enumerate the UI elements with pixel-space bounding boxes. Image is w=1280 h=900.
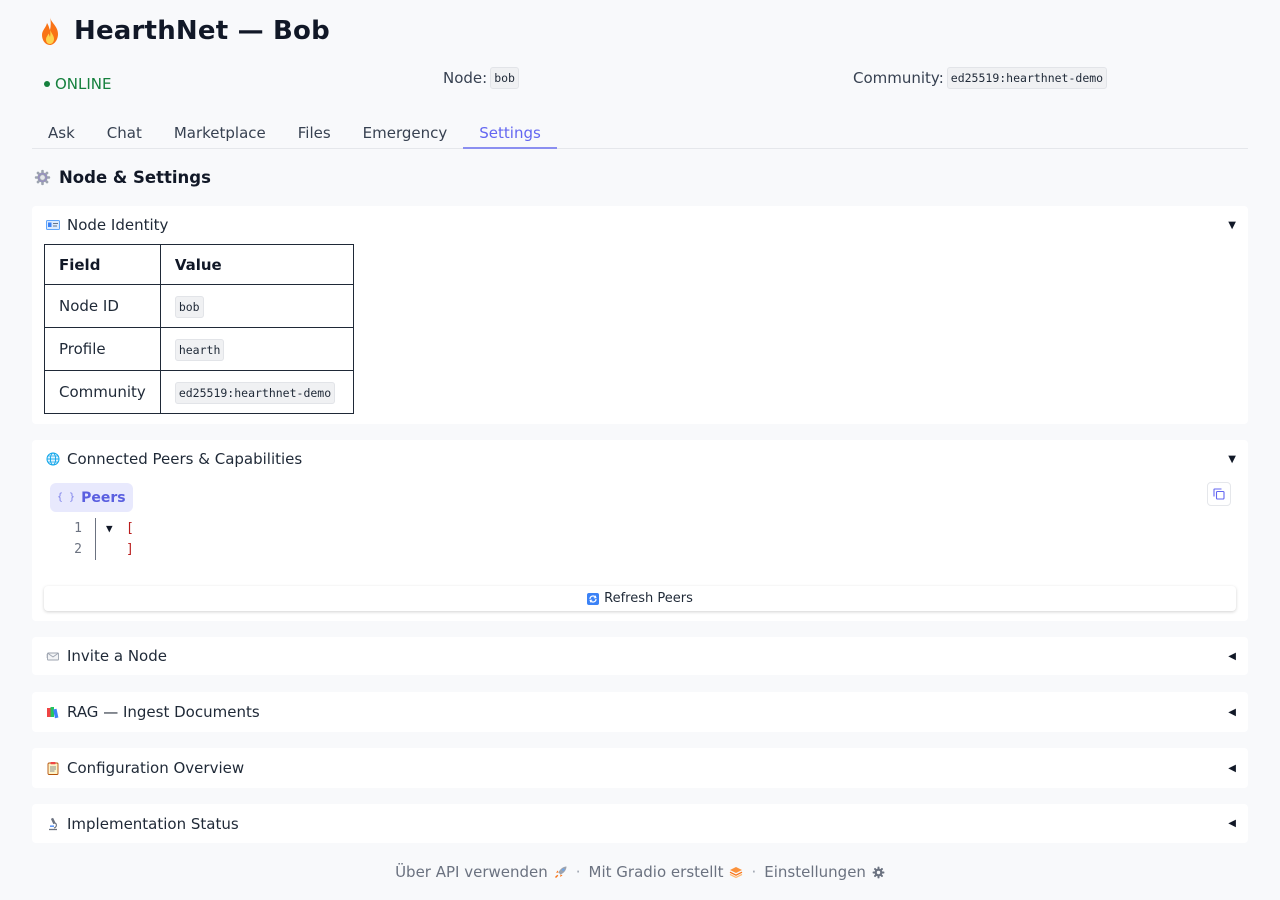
gear-icon <box>872 866 885 878</box>
books-icon <box>47 707 59 719</box>
refresh-icon <box>587 592 600 605</box>
peers-title: Connected Peers & Capabilities <box>67 450 303 468</box>
api-link[interactable]: Über API verwenden <box>395 863 568 881</box>
footer-separator: · <box>751 863 757 881</box>
json-braces-icon: { } <box>57 492 76 503</box>
api-link-label: Über API verwenden <box>395 863 548 881</box>
globe-icon <box>46 452 60 466</box>
row-value: bob <box>174 296 204 318</box>
invite-node-accordion[interactable]: Invite a Node ◀ <box>32 637 1248 675</box>
json-bracket: [ <box>126 521 134 536</box>
table-row: Profile hearth <box>44 327 354 371</box>
status-text: ONLINE <box>55 75 112 93</box>
tab-bar: Ask Chat Marketplace Files Emergency Set… <box>32 116 1248 149</box>
row-value-cell: bob <box>159 284 354 328</box>
chevron-down-icon[interactable]: ▼ <box>1228 220 1236 231</box>
table-header-row: Field Value <box>44 244 354 285</box>
gradio-logo-icon <box>730 867 743 879</box>
table-row: Node ID bob <box>44 284 354 328</box>
node-label: Node: <box>443 69 488 87</box>
status-badge: ONLINE <box>44 75 112 93</box>
implementation-status-accordion[interactable]: Implementation Status ◀ <box>32 804 1248 843</box>
config-overview-accordion[interactable]: Configuration Overview ◀ <box>32 748 1248 788</box>
row-value: ed25519:hearthnet-demo <box>174 382 336 404</box>
peers-json-label: { } Peers <box>50 483 133 512</box>
node-info: Node: bob <box>443 67 519 89</box>
id-card-icon <box>46 220 60 230</box>
chevron-left-icon[interactable]: ◀ <box>1228 651 1236 662</box>
row-field: Profile <box>44 327 161 371</box>
flame-icon <box>42 17 58 45</box>
community-label: Community: <box>853 69 944 87</box>
status-dot <box>44 81 50 87</box>
implementation-status-title: Implementation Status <box>67 814 239 833</box>
footer: Über API verwenden · Mit Gradio erstellt… <box>0 863 1280 881</box>
community-value: ed25519:hearthnet-demo <box>946 67 1108 89</box>
clipboard-icon <box>47 762 59 775</box>
node-identity-accordion: Node Identity ▼ Field Value Node ID bob … <box>32 206 1248 424</box>
row-value-cell: hearth <box>159 327 354 371</box>
gear-icon <box>34 169 51 186</box>
line-number: 1 <box>74 521 82 536</box>
settings-link[interactable]: Einstellungen <box>764 863 885 881</box>
section-title: Node & Settings <box>59 168 211 187</box>
row-field: Community <box>44 370 161 414</box>
tab-settings[interactable]: Settings <box>463 116 557 149</box>
row-value-cell: ed25519:hearthnet-demo <box>159 370 354 414</box>
config-overview-header[interactable]: Configuration Overview ◀ <box>32 748 1248 788</box>
gradio-link-label: Mit Gradio erstellt <box>588 863 724 881</box>
gutter-divider <box>95 539 96 560</box>
node-identity-title: Node Identity <box>67 216 169 234</box>
page-title: HearthNet — Bob <box>74 16 330 46</box>
rag-header[interactable]: RAG — Ingest Documents ◀ <box>32 692 1248 732</box>
invite-node-header[interactable]: Invite a Node ◀ <box>32 637 1248 675</box>
json-line: 2 ] <box>72 539 134 560</box>
chevron-down-icon[interactable]: ▼ <box>1228 454 1236 465</box>
tab-ask[interactable]: Ask <box>32 116 91 149</box>
app-header: HearthNet — Bob <box>38 16 330 46</box>
config-overview-title: Configuration Overview <box>67 759 245 777</box>
chevron-left-icon[interactable]: ◀ <box>1228 763 1236 774</box>
json-line: 1 ▼ [ <box>72 518 134 539</box>
refresh-peers-label: Refresh Peers <box>604 591 693 606</box>
microscope-icon <box>49 817 57 830</box>
peers-accordion: Connected Peers & Capabilities ▼ { } Pee… <box>32 440 1248 621</box>
invite-node-title: Invite a Node <box>67 647 167 665</box>
tab-files[interactable]: Files <box>282 116 347 149</box>
peers-header[interactable]: Connected Peers & Capabilities ▼ <box>32 440 1248 478</box>
tab-marketplace[interactable]: Marketplace <box>158 116 282 149</box>
row-field: Node ID <box>44 284 161 328</box>
row-value: hearth <box>174 339 225 361</box>
peers-label-text: Peers <box>81 489 126 506</box>
tab-chat[interactable]: Chat <box>91 116 158 149</box>
line-number: 2 <box>74 542 82 557</box>
collapse-toggle-icon[interactable]: ▼ <box>106 522 126 535</box>
rag-accordion[interactable]: RAG — Ingest Documents ◀ <box>32 692 1248 732</box>
table-row: Community ed25519:hearthnet-demo <box>44 370 354 414</box>
copy-button[interactable] <box>1207 482 1231 506</box>
implementation-status-header[interactable]: Implementation Status ◀ <box>32 804 1248 843</box>
settings-link-label: Einstellungen <box>764 863 866 881</box>
json-viewer: 1 ▼ [ 2 ] <box>72 518 134 560</box>
node-value: bob <box>490 67 519 89</box>
gradio-link[interactable]: Mit Gradio erstellt <box>589 863 744 881</box>
section-heading: Node & Settings <box>34 168 211 187</box>
rag-title: RAG — Ingest Documents <box>67 703 260 721</box>
rocket-icon <box>554 866 567 878</box>
column-header-field: Field <box>44 244 161 285</box>
node-identity-header[interactable]: Node Identity ▼ <box>32 206 1248 244</box>
copy-icon <box>1213 488 1225 500</box>
envelope-icon <box>46 652 59 661</box>
tab-emergency[interactable]: Emergency <box>347 116 464 149</box>
community-info: Community: ed25519:hearthnet-demo <box>853 67 1108 89</box>
refresh-peers-button[interactable]: Refresh Peers <box>44 586 1236 611</box>
chevron-left-icon[interactable]: ◀ <box>1228 707 1236 718</box>
identity-table: Field Value Node ID bob Profile hearth C… <box>44 244 354 414</box>
gutter-divider <box>95 518 96 539</box>
footer-separator: · <box>575 863 581 881</box>
column-header-value: Value <box>159 244 354 285</box>
json-bracket: ] <box>126 542 134 557</box>
chevron-left-icon[interactable]: ◀ <box>1228 818 1236 829</box>
